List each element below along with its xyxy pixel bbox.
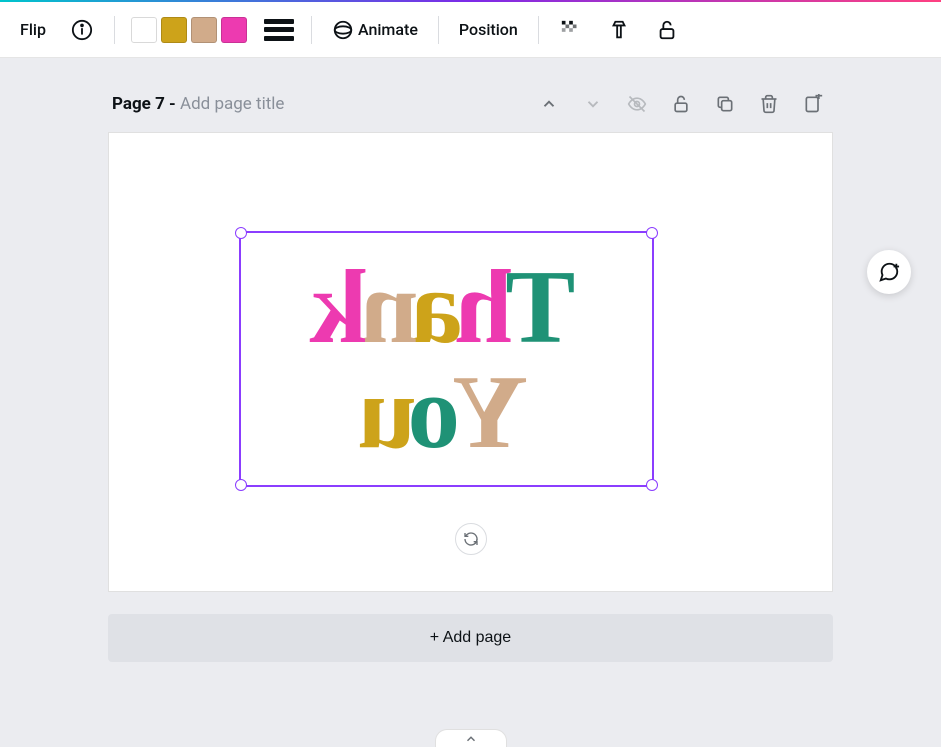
info-icon[interactable] [62, 10, 102, 50]
color-swatch-teal[interactable] [131, 17, 157, 43]
color-swatch-group [127, 17, 251, 43]
color-swatch-mustard[interactable] [161, 17, 187, 43]
text-line-1: Thank [318, 254, 576, 359]
delete-page-icon[interactable] [753, 88, 785, 120]
add-page-button[interactable]: + Add page [108, 614, 833, 662]
animate-label: Animate [358, 20, 418, 39]
selection-box[interactable]: Thank You [239, 231, 654, 487]
flip-label: Flip [20, 20, 46, 39]
page-header: Page 7 - Add page title [108, 88, 833, 120]
text-line-2: You [365, 359, 528, 464]
visibility-icon[interactable] [621, 88, 653, 120]
toolbar-divider [538, 16, 539, 44]
copy-style-icon[interactable] [599, 10, 639, 50]
comment-fab[interactable] [867, 250, 911, 294]
transparency-icon[interactable] [551, 10, 591, 50]
lock-page-icon[interactable] [665, 88, 697, 120]
text-element[interactable]: Thank You [241, 233, 652, 485]
toolbar-divider [114, 16, 115, 44]
flip-button[interactable]: Flip [12, 10, 54, 50]
resize-handle-sw[interactable] [235, 479, 247, 491]
resize-handle-se[interactable] [646, 479, 658, 491]
move-up-icon[interactable] [533, 88, 565, 120]
duplicate-page-icon[interactable] [709, 88, 741, 120]
add-page-icon[interactable] [797, 88, 829, 120]
rotate-handle[interactable] [455, 523, 487, 555]
color-swatch-pink[interactable] [221, 17, 247, 43]
toolbar-divider [438, 16, 439, 44]
page-title[interactable]: Page 7 - Add page title [112, 94, 284, 114]
lock-icon[interactable] [647, 10, 687, 50]
resize-handle-ne[interactable] [646, 227, 658, 239]
top-toolbar: Flip Animate Position [0, 2, 941, 58]
resize-handle-nw[interactable] [235, 227, 247, 239]
toolbar-divider [311, 16, 312, 44]
canvas[interactable]: Thank You [108, 132, 833, 592]
move-down-icon[interactable] [577, 88, 609, 120]
page-number-label: Page 7 - [112, 94, 180, 114]
page-title-placeholder: Add page title [180, 94, 284, 114]
animate-icon [332, 19, 354, 41]
list-style-icon[interactable] [259, 10, 299, 50]
position-label: Position [459, 20, 518, 39]
position-button[interactable]: Position [451, 10, 526, 50]
expand-pages-tab[interactable] [435, 729, 507, 747]
animate-button[interactable]: Animate [324, 10, 426, 50]
page-actions [533, 88, 829, 120]
color-swatch-tan[interactable] [191, 17, 217, 43]
workspace: Page 7 - Add page title [0, 58, 941, 662]
